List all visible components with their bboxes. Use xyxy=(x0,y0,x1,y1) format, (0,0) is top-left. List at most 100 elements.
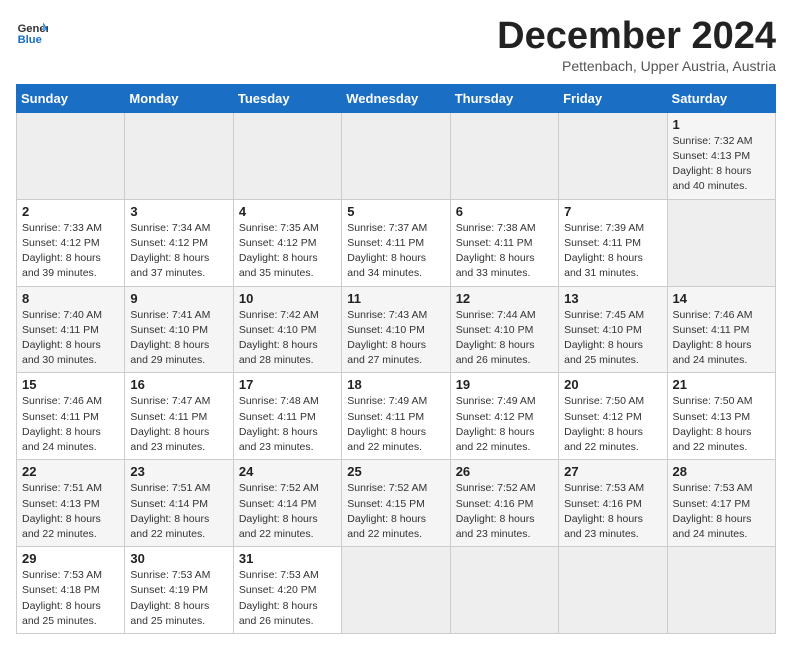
day-number: 30 xyxy=(130,551,227,566)
calendar-week-row: 8 Sunrise: 7:40 AMSunset: 4:11 PMDaylight… xyxy=(17,286,776,373)
day-info: Sunrise: 7:38 AMSunset: 4:11 PMDaylight:… xyxy=(456,222,536,280)
calendar-cell: 5 Sunrise: 7:37 AMSunset: 4:11 PMDaylight… xyxy=(342,199,450,286)
header-row: SundayMondayTuesdayWednesdayThursdayFrid… xyxy=(17,84,776,112)
calendar-cell: 15Sunrise: 7:46 AMSunset: 4:11 PMDayligh… xyxy=(17,373,125,460)
calendar-cell: 6 Sunrise: 7:38 AMSunset: 4:11 PMDaylight… xyxy=(450,199,558,286)
calendar-cell: 23 Sunrise: 7:51 AMSunset: 4:14 PMDayligh… xyxy=(125,460,233,547)
calendar-cell: 2 Sunrise: 7:33 AMSunset: 4:12 PMDaylight… xyxy=(17,199,125,286)
calendar-cell: 22Sunrise: 7:51 AMSunset: 4:13 PMDayligh… xyxy=(17,460,125,547)
svg-text:Blue: Blue xyxy=(18,34,42,46)
weekday-header: Saturday xyxy=(667,84,775,112)
day-info: Sunrise: 7:33 AMSunset: 4:12 PMDaylight:… xyxy=(22,222,102,280)
day-info: Sunrise: 7:43 AMSunset: 4:10 PMDaylight:… xyxy=(347,309,427,367)
calendar-cell: 13Sunrise: 7:45 AMSunset: 4:10 PMDayligh… xyxy=(559,286,667,373)
calendar-cell xyxy=(450,547,558,634)
calendar-cell: 8 Sunrise: 7:40 AMSunset: 4:11 PMDaylight… xyxy=(17,286,125,373)
day-number: 5 xyxy=(347,204,444,219)
calendar-cell: 28 Sunrise: 7:53 AMSunset: 4:17 PMDayligh… xyxy=(667,460,775,547)
day-number: 26 xyxy=(456,464,553,479)
weekday-header: Wednesday xyxy=(342,84,450,112)
day-info: Sunrise: 7:47 AMSunset: 4:11 PMDaylight:… xyxy=(130,395,210,453)
calendar-cell: 1Sunrise: 7:32 AMSunset: 4:13 PMDaylight… xyxy=(667,112,775,199)
day-number: 20 xyxy=(564,377,661,392)
calendar-cell xyxy=(342,547,450,634)
day-info: Sunrise: 7:53 AMSunset: 4:17 PMDaylight:… xyxy=(673,482,753,540)
calendar-cell xyxy=(125,112,233,199)
calendar-cell xyxy=(233,112,341,199)
day-number: 15 xyxy=(22,377,119,392)
calendar-cell xyxy=(342,112,450,199)
calendar-cell: 9Sunrise: 7:41 AMSunset: 4:10 PMDaylight… xyxy=(125,286,233,373)
day-number: 2 xyxy=(22,204,119,219)
calendar-cell: 30Sunrise: 7:53 AMSunset: 4:19 PMDayligh… xyxy=(125,547,233,634)
calendar-week-row: 1Sunrise: 7:32 AMSunset: 4:13 PMDaylight… xyxy=(17,112,776,199)
location-subtitle: Pettenbach, Upper Austria, Austria xyxy=(497,58,776,74)
day-number: 17 xyxy=(239,377,336,392)
calendar-week-row: 2 Sunrise: 7:33 AMSunset: 4:12 PMDaylight… xyxy=(17,199,776,286)
calendar-week-row: 22Sunrise: 7:51 AMSunset: 4:13 PMDayligh… xyxy=(17,460,776,547)
weekday-header: Sunday xyxy=(17,84,125,112)
day-number: 21 xyxy=(673,377,770,392)
day-info: Sunrise: 7:52 AMSunset: 4:16 PMDaylight:… xyxy=(456,482,536,540)
day-info: Sunrise: 7:42 AMSunset: 4:10 PMDaylight:… xyxy=(239,309,319,367)
day-number: 3 xyxy=(130,204,227,219)
day-info: Sunrise: 7:50 AMSunset: 4:13 PMDaylight:… xyxy=(673,395,753,453)
day-info: Sunrise: 7:50 AMSunset: 4:12 PMDaylight:… xyxy=(564,395,644,453)
weekday-header: Friday xyxy=(559,84,667,112)
calendar-cell xyxy=(667,199,775,286)
day-info: Sunrise: 7:52 AMSunset: 4:15 PMDaylight:… xyxy=(347,482,427,540)
day-info: Sunrise: 7:52 AMSunset: 4:14 PMDaylight:… xyxy=(239,482,319,540)
day-info: Sunrise: 7:48 AMSunset: 4:11 PMDaylight:… xyxy=(239,395,319,453)
day-info: Sunrise: 7:39 AMSunset: 4:11 PMDaylight:… xyxy=(564,222,644,280)
calendar-cell: 19 Sunrise: 7:49 AMSunset: 4:12 PMDayligh… xyxy=(450,373,558,460)
day-number: 23 xyxy=(130,464,227,479)
weekday-header: Tuesday xyxy=(233,84,341,112)
day-number: 4 xyxy=(239,204,336,219)
day-number: 24 xyxy=(239,464,336,479)
day-number: 7 xyxy=(564,204,661,219)
day-info: Sunrise: 7:49 AMSunset: 4:12 PMDaylight:… xyxy=(456,395,536,453)
day-number: 29 xyxy=(22,551,119,566)
day-number: 1 xyxy=(673,117,770,132)
month-title: December 2024 xyxy=(497,16,776,58)
day-info: Sunrise: 7:51 AMSunset: 4:13 PMDaylight:… xyxy=(22,482,102,540)
day-info: Sunrise: 7:46 AMSunset: 4:11 PMDaylight:… xyxy=(673,309,753,367)
day-info: Sunrise: 7:51 AMSunset: 4:14 PMDaylight:… xyxy=(130,482,210,540)
calendar-cell: 14 Sunrise: 7:46 AMSunset: 4:11 PMDayligh… xyxy=(667,286,775,373)
calendar-cell: 27Sunrise: 7:53 AMSunset: 4:16 PMDayligh… xyxy=(559,460,667,547)
calendar-cell xyxy=(17,112,125,199)
weekday-header: Monday xyxy=(125,84,233,112)
calendar-cell: 10 Sunrise: 7:42 AMSunset: 4:10 PMDayligh… xyxy=(233,286,341,373)
day-number: 14 xyxy=(673,291,770,306)
calendar-cell: 18Sunrise: 7:49 AMSunset: 4:11 PMDayligh… xyxy=(342,373,450,460)
calendar-cell: 12Sunrise: 7:44 AMSunset: 4:10 PMDayligh… xyxy=(450,286,558,373)
calendar-week-row: 15Sunrise: 7:46 AMSunset: 4:11 PMDayligh… xyxy=(17,373,776,460)
day-number: 11 xyxy=(347,291,444,306)
title-block: December 2024 Pettenbach, Upper Austria,… xyxy=(497,16,776,74)
calendar-cell xyxy=(559,547,667,634)
day-number: 19 xyxy=(456,377,553,392)
day-info: Sunrise: 7:53 AMSunset: 4:20 PMDaylight:… xyxy=(239,569,319,627)
day-info: Sunrise: 7:40 AMSunset: 4:11 PMDaylight:… xyxy=(22,309,102,367)
day-number: 12 xyxy=(456,291,553,306)
day-info: Sunrise: 7:49 AMSunset: 4:11 PMDaylight:… xyxy=(347,395,427,453)
day-number: 16 xyxy=(130,377,227,392)
calendar-cell: 29 Sunrise: 7:53 AMSunset: 4:18 PMDayligh… xyxy=(17,547,125,634)
calendar-cell: 3Sunrise: 7:34 AMSunset: 4:12 PMDaylight… xyxy=(125,199,233,286)
day-number: 27 xyxy=(564,464,661,479)
calendar-cell: 24 Sunrise: 7:52 AMSunset: 4:14 PMDayligh… xyxy=(233,460,341,547)
day-info: Sunrise: 7:37 AMSunset: 4:11 PMDaylight:… xyxy=(347,222,427,280)
day-info: Sunrise: 7:53 AMSunset: 4:18 PMDaylight:… xyxy=(22,569,102,627)
day-number: 8 xyxy=(22,291,119,306)
calendar-cell: 20 Sunrise: 7:50 AMSunset: 4:12 PMDayligh… xyxy=(559,373,667,460)
calendar-cell: 21 Sunrise: 7:50 AMSunset: 4:13 PMDayligh… xyxy=(667,373,775,460)
calendar-table: SundayMondayTuesdayWednesdayThursdayFrid… xyxy=(16,84,776,634)
logo: General Blue xyxy=(16,16,48,48)
day-number: 28 xyxy=(673,464,770,479)
day-number: 10 xyxy=(239,291,336,306)
calendar-cell: 17 Sunrise: 7:48 AMSunset: 4:11 PMDayligh… xyxy=(233,373,341,460)
weekday-header: Thursday xyxy=(450,84,558,112)
day-info: Sunrise: 7:35 AMSunset: 4:12 PMDaylight:… xyxy=(239,222,319,280)
calendar-week-row: 29 Sunrise: 7:53 AMSunset: 4:18 PMDayligh… xyxy=(17,547,776,634)
day-number: 6 xyxy=(456,204,553,219)
